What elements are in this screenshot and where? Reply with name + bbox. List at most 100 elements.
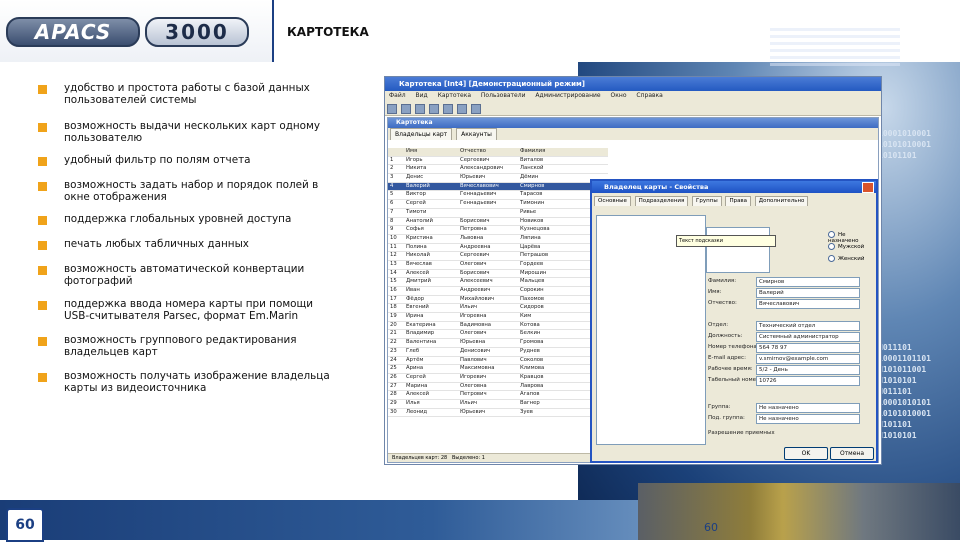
new-icon[interactable] [387, 104, 397, 114]
table-cell: Сергеевич [460, 252, 490, 259]
tab-rights[interactable]: Права [725, 196, 752, 206]
table-row[interactable]: 10 Кристина Львовна Ляпина [388, 235, 608, 244]
menu-item[interactable]: Справка [636, 92, 662, 99]
table-row[interactable]: 20 Екатерина Вадимовна Котова [388, 322, 608, 331]
ok-button[interactable]: OK [784, 447, 828, 460]
bullet-icon [38, 301, 47, 310]
table-row[interactable]: 30 Леонид Юрьевич Зуев [388, 409, 608, 418]
table-cell: Геннадьевич [460, 191, 497, 198]
table-row[interactable]: 5 Виктор Геннадьевич Тарасов [388, 191, 608, 201]
menu-item[interactable]: Администрирование [535, 92, 600, 99]
menu-item[interactable]: Картотека [438, 92, 471, 99]
table-cell: 8 [390, 217, 394, 224]
delete-icon[interactable] [415, 104, 425, 114]
bullet-icon [38, 241, 47, 250]
email-field[interactable]: E-mail адрес: v.smirnov@example.com [708, 354, 874, 364]
department-field[interactable]: Отдел: Технический отдел [708, 321, 874, 331]
refresh-icon[interactable] [457, 104, 467, 114]
bullet-icon [38, 85, 47, 94]
table-row[interactable]: 8 Анатолий Борисович Новиков [388, 218, 608, 227]
table-row[interactable]: 26 Сергей Игоревич Кравцов [388, 374, 608, 383]
tab-card-owners[interactable]: Владельцы карт [390, 128, 453, 140]
reception-checkbox[interactable]: Разрешение приемных [708, 429, 828, 438]
table-row[interactable]: 16 Иван Андреевич Сорокин [388, 287, 608, 296]
table-cell: Борисович [460, 217, 490, 224]
table-cell: Ирина [406, 313, 424, 320]
table-cell: Ким [520, 313, 532, 320]
subgroup-field[interactable]: Под. группа: Не назначено [708, 414, 874, 424]
name-field[interactable]: Имя: Валерий [708, 288, 874, 298]
table-cell: 10 [390, 234, 397, 241]
worktime-field[interactable]: Рабочее время: 5/2 - День [708, 365, 874, 375]
table-row[interactable]: 12 Николай Сергеевич Петрашов [388, 252, 608, 261]
tab-general[interactable]: Основные [594, 196, 631, 206]
bullet-icon [38, 266, 47, 275]
column-header[interactable]: Отчество [460, 148, 520, 156]
dialog-title: Владелец карты - Свойства [592, 181, 876, 193]
table-row[interactable]: 27 Марина Олеговна Лаврова [388, 383, 608, 392]
tabnumber-field[interactable]: Табельный номер: 10726 [708, 376, 874, 386]
table-row[interactable]: 18 Евгений Ильич Сидоров [388, 304, 608, 314]
close-icon[interactable] [862, 182, 874, 193]
cancel-button[interactable]: Отмена [830, 447, 874, 460]
table-row[interactable]: 14 Алексей Борисович Мирошин [388, 270, 608, 279]
tab-groups[interactable]: Группы [692, 196, 722, 206]
feature-text: поддержка ввода номера карты при помощи … [64, 298, 314, 322]
table-cell: 27 [390, 382, 397, 389]
table-row[interactable]: 29 Илья Ильич Вагнер [388, 400, 608, 409]
table-cell: Ляпина [520, 234, 541, 241]
gender-radio-female[interactable]: Женский [828, 255, 864, 262]
owner-photo[interactable] [706, 227, 770, 273]
surname-field[interactable]: Фамилия: Смирнов [708, 277, 874, 287]
table-row[interactable]: 19 Ирина Игоревна Ким [388, 313, 608, 322]
table-row[interactable]: 1 Игорь Сергеевич Виталов [388, 157, 608, 166]
menu-item[interactable]: Вид [416, 92, 428, 99]
group-field[interactable]: Группа: Не назначено [708, 403, 874, 413]
table-row[interactable]: 4 Валерий Вячеславович Смирнов [388, 182, 608, 192]
tab-departments[interactable]: Подразделения [634, 196, 689, 206]
table-row[interactable]: 11 Полина Андреевна Царёва [388, 244, 608, 253]
table-row[interactable]: 9 Софья Петровна Кузнецова [388, 226, 608, 235]
table-row[interactable]: 13 Вячеслав Олегович Гордеев [388, 261, 608, 270]
gender-radio-male[interactable]: Мужской [828, 243, 864, 250]
table-row[interactable]: 25 Арина Максимовна Климова [388, 365, 608, 374]
menu-item[interactable]: Пользователи [481, 92, 526, 99]
table-row[interactable]: 3 Денис Юрьевич Дёмин [388, 174, 608, 183]
table-row[interactable]: 6 Сергей Геннадьевич Тимонин [388, 200, 608, 209]
menu-item[interactable]: Окно [611, 92, 627, 99]
phone-field[interactable]: Номер телефона: 564 78 97 [708, 343, 874, 353]
print-icon[interactable] [429, 104, 439, 114]
table-cell: Тимоти [406, 208, 427, 215]
table-cell: 22 [390, 339, 397, 346]
menu-item[interactable]: Файл [389, 92, 406, 99]
feature-text: удобство и простота работы с базой данны… [64, 82, 310, 106]
table-row[interactable]: 22 Валентина Юрьевна Громова [388, 339, 608, 348]
table-cell: 20 [390, 321, 397, 328]
table-row[interactable]: 24 Артём Павлович Соколов [388, 357, 608, 366]
patronymic-field[interactable]: Отчество: Вячеславович [708, 299, 874, 309]
edit-icon[interactable] [401, 104, 411, 114]
tab-accounts[interactable]: Аккаунты [456, 128, 497, 140]
binary-decor-bottom: N011101 10001101101 N101011001 N1010101 … [878, 343, 931, 440]
column-header[interactable]: Фамилия [520, 148, 578, 156]
table-cell: Котова [520, 321, 540, 328]
table-cell: Игоревич [460, 373, 487, 380]
tab-additional[interactable]: Дополнительно [754, 196, 809, 206]
table-cell: 26 [390, 373, 397, 380]
table-cell: 16 [390, 287, 397, 293]
settings-icon[interactable] [471, 104, 481, 114]
table-row[interactable]: 2 Никита Александрович Ланской [388, 165, 608, 175]
table-row[interactable]: 7 Тимоти Ривье [388, 209, 608, 218]
filter-icon[interactable] [443, 104, 453, 114]
table-cell: Зуев [520, 408, 533, 415]
table-row[interactable]: 15 Дмитрий Алексеевич Мальцев [388, 278, 608, 287]
column-header[interactable]: Имя [406, 148, 460, 156]
table-cell: 1 [390, 156, 394, 163]
table-row[interactable]: 23 Глеб Денисович Руднев [388, 348, 608, 357]
table-cell: Тимонин [520, 200, 545, 207]
position-field[interactable]: Должность: Системный администратор [708, 332, 874, 342]
table-cell: Белкин [520, 330, 541, 337]
table-row[interactable]: 28 Алексей Петрович Агапов [388, 391, 608, 400]
table-row[interactable]: 21 Владимир Олегович Белкин [388, 330, 608, 340]
feature-text: поддержка глобальных уровней доступа [64, 213, 292, 225]
